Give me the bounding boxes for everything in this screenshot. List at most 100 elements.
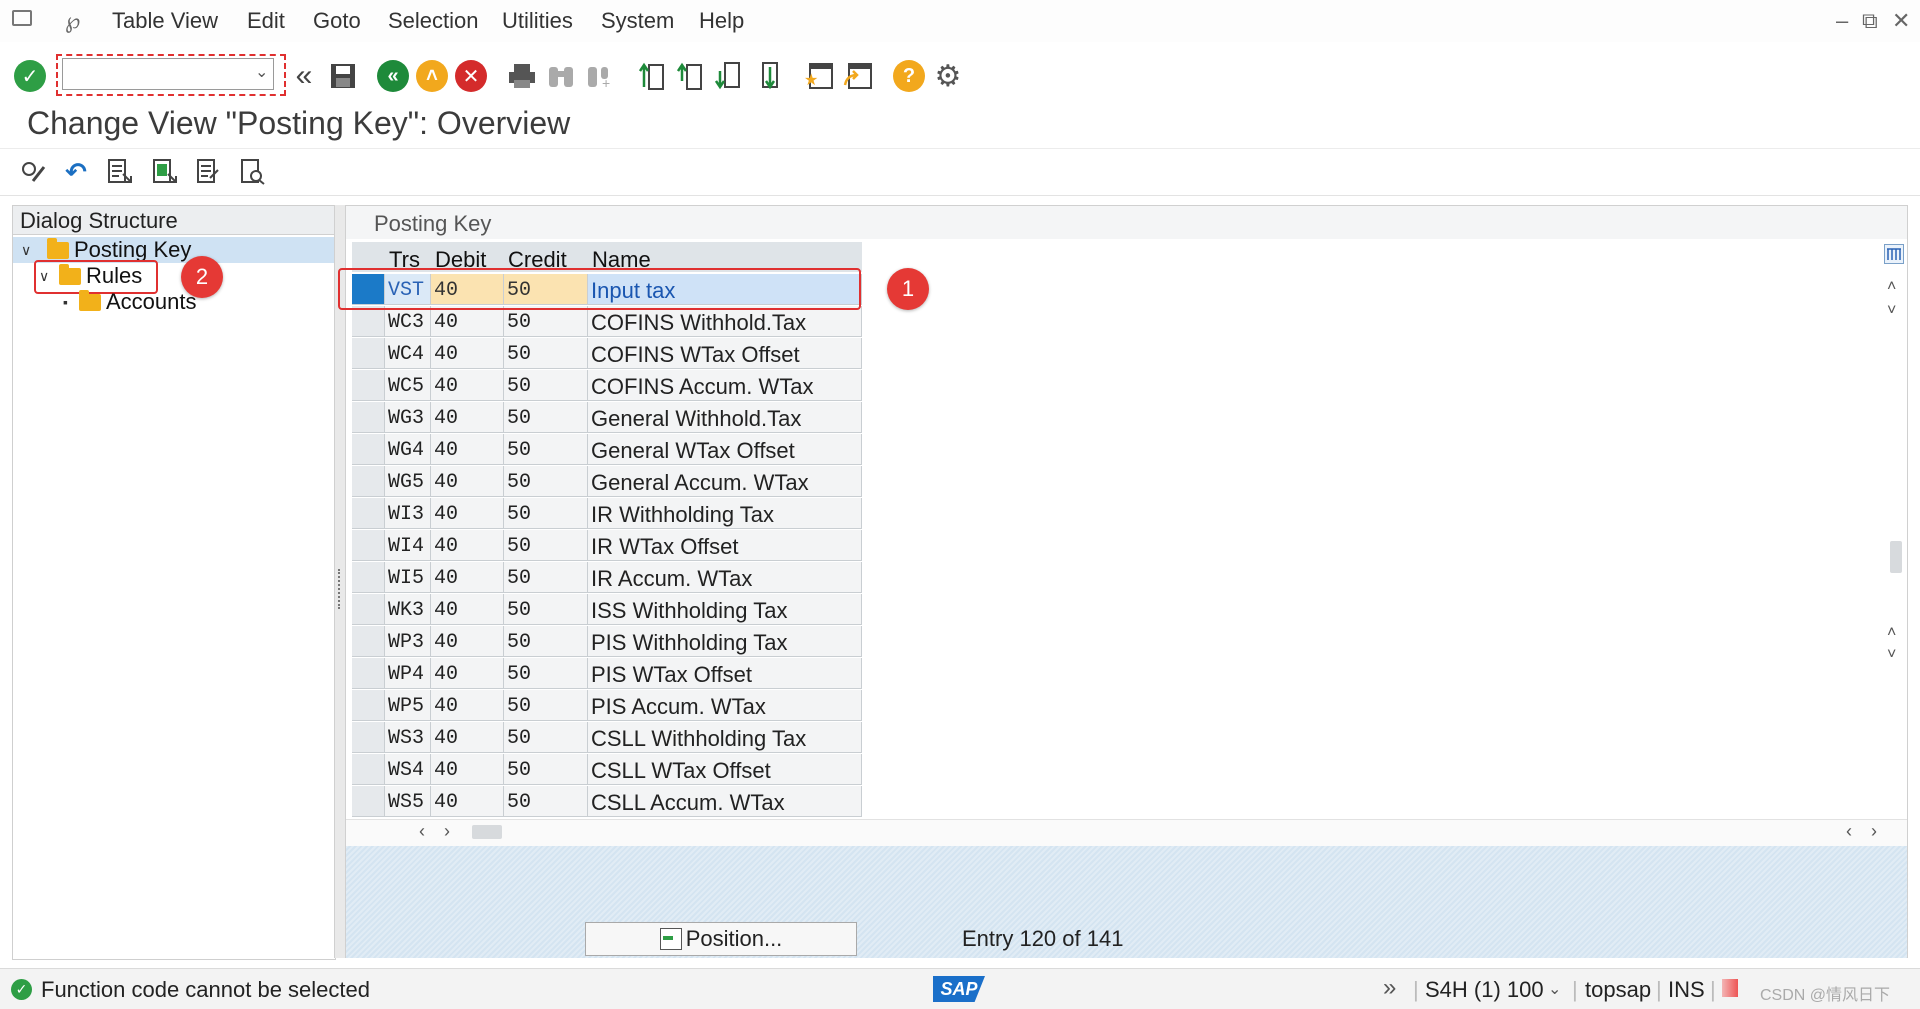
cell-name[interactable]: IR WTax Offset <box>588 530 862 561</box>
row-selector[interactable] <box>352 338 385 369</box>
chevron-down-icon[interactable]: ∨ <box>21 242 35 259</box>
select-block-icon[interactable] <box>150 157 180 187</box>
cell-name[interactable]: CSLL Accum. WTax <box>588 786 862 817</box>
undo-icon[interactable]: ↶ <box>61 157 91 187</box>
cell-credit[interactable]: 50 <box>504 370 588 401</box>
status-message[interactable]: Function code cannot be selected <box>41 977 370 1003</box>
table-row[interactable]: WI4 40 50 IR WTax Offset <box>352 530 862 562</box>
help-icon[interactable]: ? <box>893 60 925 92</box>
cell-debit[interactable]: 40 <box>431 594 504 625</box>
scroll-right-far-icon[interactable]: › <box>1871 821 1877 842</box>
cell-name[interactable]: General Withhold.Tax <box>588 402 862 433</box>
cell-name[interactable]: IR Withholding Tax <box>588 498 862 529</box>
cell-name[interactable]: ISS Withholding Tax <box>588 594 862 625</box>
cell-trs[interactable]: WI3 <box>385 498 431 529</box>
cell-credit[interactable]: 50 <box>504 626 588 657</box>
cell-credit[interactable]: 50 <box>504 402 588 433</box>
cell-name[interactable]: PIS Accum. WTax <box>588 690 862 721</box>
minimize-icon[interactable]: – <box>1836 8 1848 34</box>
cell-credit[interactable]: 50 <box>504 722 588 753</box>
cell-trs[interactable]: WP4 <box>385 658 431 689</box>
table-row[interactable]: WC4 40 50 COFINS WTax Offset <box>352 338 862 370</box>
cell-name[interactable]: CSLL Withholding Tax <box>588 722 862 753</box>
menu-system[interactable]: System <box>601 8 674 34</box>
cell-credit[interactable]: 50 <box>504 434 588 465</box>
select-all-icon[interactable] <box>105 157 135 187</box>
scroll-left-far-icon[interactable]: ‹ <box>1846 821 1852 842</box>
table-row[interactable]: WP5 40 50 PIS Accum. WTax <box>352 690 862 722</box>
cell-credit[interactable]: 50 <box>504 530 588 561</box>
cell-debit[interactable]: 40 <box>431 722 504 753</box>
cell-name[interactable]: COFINS Accum. WTax <box>588 370 862 401</box>
table-row[interactable]: WG5 40 50 General Accum. WTax <box>352 466 862 498</box>
table-row[interactable]: WS5 40 50 CSLL Accum. WTax <box>352 786 862 818</box>
row-selector[interactable] <box>352 658 385 689</box>
settings-icon[interactable]: ⚙ <box>932 60 964 93</box>
new-session-icon[interactable]: ★ <box>803 60 835 92</box>
cell-debit[interactable]: 40 <box>431 434 504 465</box>
panel-splitter[interactable] <box>334 205 345 958</box>
system-info[interactable]: S4H (1) 100 <box>1425 977 1544 1003</box>
scroll-up-icon[interactable]: ˄ <box>1887 278 1896 296</box>
row-selector[interactable] <box>352 626 385 657</box>
cell-credit[interactable]: 50 <box>504 594 588 625</box>
cancel-icon[interactable]: ✕ <box>455 60 487 92</box>
cell-credit[interactable]: 50 <box>504 690 588 721</box>
row-selector[interactable] <box>352 562 385 593</box>
cell-debit[interactable]: 40 <box>431 530 504 561</box>
cell-credit[interactable]: 50 <box>504 306 588 337</box>
print-icon[interactable] <box>506 60 538 92</box>
cell-credit[interactable]: 50 <box>504 786 588 817</box>
cell-debit[interactable]: 40 <box>431 690 504 721</box>
cell-name[interactable]: IR Accum. WTax <box>588 562 862 593</box>
column-settings-icon[interactable] <box>1884 244 1904 264</box>
shortcut-icon[interactable] <box>842 60 874 92</box>
menu-icon[interactable] <box>12 10 32 26</box>
row-selector[interactable] <box>352 466 385 497</box>
cell-credit[interactable]: 50 <box>504 466 588 497</box>
row-selector[interactable] <box>352 786 385 817</box>
cell-trs[interactable]: WG3 <box>385 402 431 433</box>
customize-layout-icon[interactable]: ℘ <box>65 8 80 34</box>
last-page-icon[interactable] <box>751 60 783 92</box>
cell-trs[interactable]: WC3 <box>385 306 431 337</box>
save-icon[interactable] <box>327 60 359 92</box>
cell-name[interactable]: PIS Withholding Tax <box>588 626 862 657</box>
cell-trs[interactable]: WI4 <box>385 530 431 561</box>
cell-debit[interactable]: 40 <box>431 306 504 337</box>
cell-name[interactable]: COFINS WTax Offset <box>588 338 862 369</box>
exit-icon[interactable]: « <box>377 60 409 92</box>
cell-trs[interactable]: WG5 <box>385 466 431 497</box>
chevron-down-icon[interactable]: ⌄ <box>255 62 268 82</box>
table-row[interactable]: WC5 40 50 COFINS Accum. WTax <box>352 370 862 402</box>
display-change-icon[interactable] <box>18 157 48 187</box>
table-row[interactable]: WI5 40 50 IR Accum. WTax <box>352 562 862 594</box>
table-row[interactable]: WP3 40 50 PIS Withholding Tax <box>352 626 862 658</box>
table-row[interactable]: WC3 40 50 COFINS Withhold.Tax <box>352 306 862 338</box>
cell-trs[interactable]: WI5 <box>385 562 431 593</box>
back-icon[interactable]: « <box>288 59 320 92</box>
cell-credit[interactable]: 50 <box>504 658 588 689</box>
table-row[interactable]: WS4 40 50 CSLL WTax Offset <box>352 754 862 786</box>
next-page-icon[interactable] <box>713 60 745 92</box>
cell-debit[interactable]: 40 <box>431 786 504 817</box>
menu-table-view[interactable]: Table View <box>112 8 218 34</box>
table-row[interactable]: WG3 40 50 General Withhold.Tax <box>352 402 862 434</box>
tree-node-accounts[interactable]: ▪ Accounts <box>63 289 197 315</box>
cell-trs[interactable]: WS4 <box>385 754 431 785</box>
deselect-all-icon[interactable] <box>194 157 224 187</box>
row-selector[interactable] <box>352 754 385 785</box>
chevron-down-icon[interactable]: ⌄ <box>1548 979 1561 999</box>
menu-goto[interactable]: Goto <box>313 8 361 34</box>
selection-criteria-icon[interactable] <box>238 157 268 187</box>
vertical-scrollbar-thumb[interactable] <box>1890 541 1902 573</box>
cell-credit[interactable]: 50 <box>504 754 588 785</box>
find-icon[interactable] <box>545 60 577 92</box>
cell-name[interactable]: General WTax Offset <box>588 434 862 465</box>
scroll-right-icon[interactable]: › <box>444 821 450 842</box>
cell-credit[interactable]: 50 <box>504 562 588 593</box>
input-mode[interactable]: INS <box>1668 977 1705 1003</box>
table-row[interactable]: WS3 40 50 CSLL Withholding Tax <box>352 722 862 754</box>
cell-name[interactable]: General Accum. WTax <box>588 466 862 497</box>
up-icon[interactable]: ˄ <box>416 60 448 92</box>
